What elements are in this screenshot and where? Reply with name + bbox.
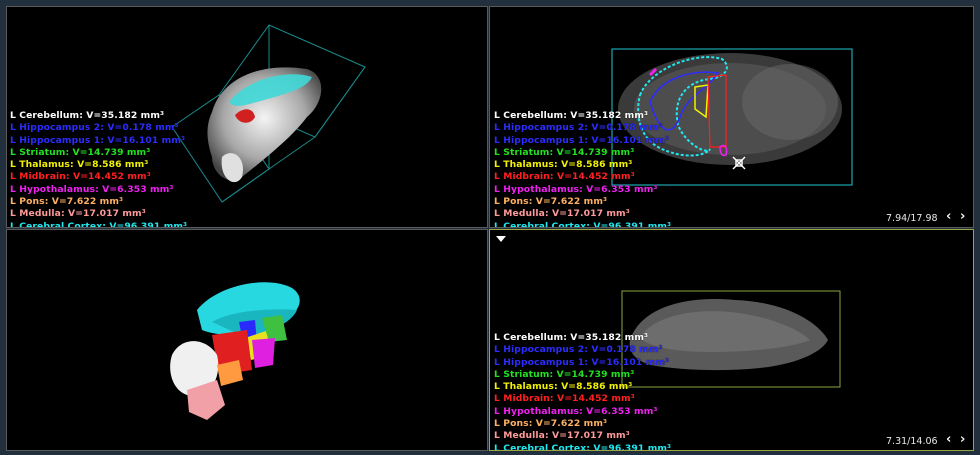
legend-item: L Hippocampus 1: V=16.101 mm³	[494, 356, 670, 368]
legend-item: L Pons: V=7.622 mm³	[494, 196, 608, 208]
view-menu-icon	[496, 236, 506, 242]
legend-item: L Pons: V=7.622 mm³	[10, 196, 124, 208]
legend-item: L Medulla: V=17.017 mm³	[494, 208, 630, 220]
legend-item: L Pons: V=7.622 mm³	[494, 418, 608, 430]
legend-item: L Hippocampus 2: V=0.178 mm³	[10, 122, 179, 134]
legend-item: L Midbrain: V=14.452 mm³	[494, 171, 635, 183]
legend-item: L Midbrain: V=14.452 mm³	[494, 393, 635, 405]
legend-item: L Midbrain: V=14.452 mm³	[10, 171, 151, 183]
prev-slice-button[interactable]: ‹	[946, 432, 951, 447]
legend-item: L Thalamus: V=8.586 mm³	[494, 381, 633, 393]
legend-item: L Cerebral Cortex: V=96.391 mm³	[494, 220, 672, 228]
legend-item: L Hypothalamus: V=6.353 mm³	[10, 183, 174, 195]
structure-legend: L Cerebellum: V=35.182 mm³ L Hippocampus…	[10, 110, 188, 228]
prev-slice-button[interactable]: ‹	[946, 209, 951, 224]
legend-item: L Cerebellum: V=35.182 mm³	[10, 110, 165, 121]
viewer-frame: L Cerebellum: V=35.182 mm³ L Hippocampus…	[0, 0, 980, 455]
legend-item: L Cerebral Cortex: V=96.391 mm³	[494, 442, 672, 451]
structure-legend: L Cerebellum: V=35.182 mm³ L Hippocampus…	[494, 332, 672, 451]
segmentation-surface-render	[170, 282, 300, 420]
legend-item: L Hippocampus 2: V=0.178 mm³	[494, 122, 663, 134]
viewport-coronal-slice[interactable]: L Cerebellum: V=35.182 mm³ L Hippocampus…	[489, 6, 974, 228]
legend-item: L Striatum: V=14.739 mm³	[494, 146, 635, 158]
viewport-3d-segmentation[interactable]	[6, 229, 488, 451]
legend-item: L Hippocampus 1: V=16.101 mm³	[494, 134, 670, 146]
legend-item: L Thalamus: V=8.586 mm³	[494, 159, 633, 171]
legend-item: L Thalamus: V=8.586 mm³	[10, 159, 149, 171]
legend-item: L Medulla: V=17.017 mm³	[10, 208, 146, 220]
slice-indicator: 7.31/14.06	[886, 436, 938, 447]
legend-item: L Hypothalamus: V=6.353 mm³	[494, 405, 658, 417]
legend-item: L Hippocampus 2: V=0.178 mm³	[494, 344, 663, 356]
viewport-3d-volume[interactable]: L Cerebellum: V=35.182 mm³ L Hippocampus…	[6, 6, 488, 228]
legend-item: L Medulla: V=17.017 mm³	[494, 430, 630, 442]
legend-item: L Striatum: V=14.739 mm³	[10, 146, 151, 158]
next-slice-button[interactable]: ›	[960, 432, 965, 447]
legend-item: L Hypothalamus: V=6.353 mm³	[494, 183, 658, 195]
next-slice-button[interactable]: ›	[960, 209, 965, 224]
legend-item: L Cerebral Cortex: V=96.391 mm³	[10, 220, 188, 228]
legend-item: L Cerebellum: V=35.182 mm³	[494, 332, 649, 343]
legend-item: L Cerebellum: V=35.182 mm³	[494, 110, 649, 121]
viewport-sagittal-slice[interactable]: L Cerebellum: V=35.182 mm³ L Hippocampus…	[489, 229, 974, 451]
legend-item: L Striatum: V=14.739 mm³	[494, 368, 635, 380]
structure-legend: L Cerebellum: V=35.182 mm³ L Hippocampus…	[494, 110, 672, 228]
slice-indicator: 7.94/17.98	[886, 213, 938, 224]
legend-item: L Hippocampus 1: V=16.101 mm³	[10, 134, 186, 146]
